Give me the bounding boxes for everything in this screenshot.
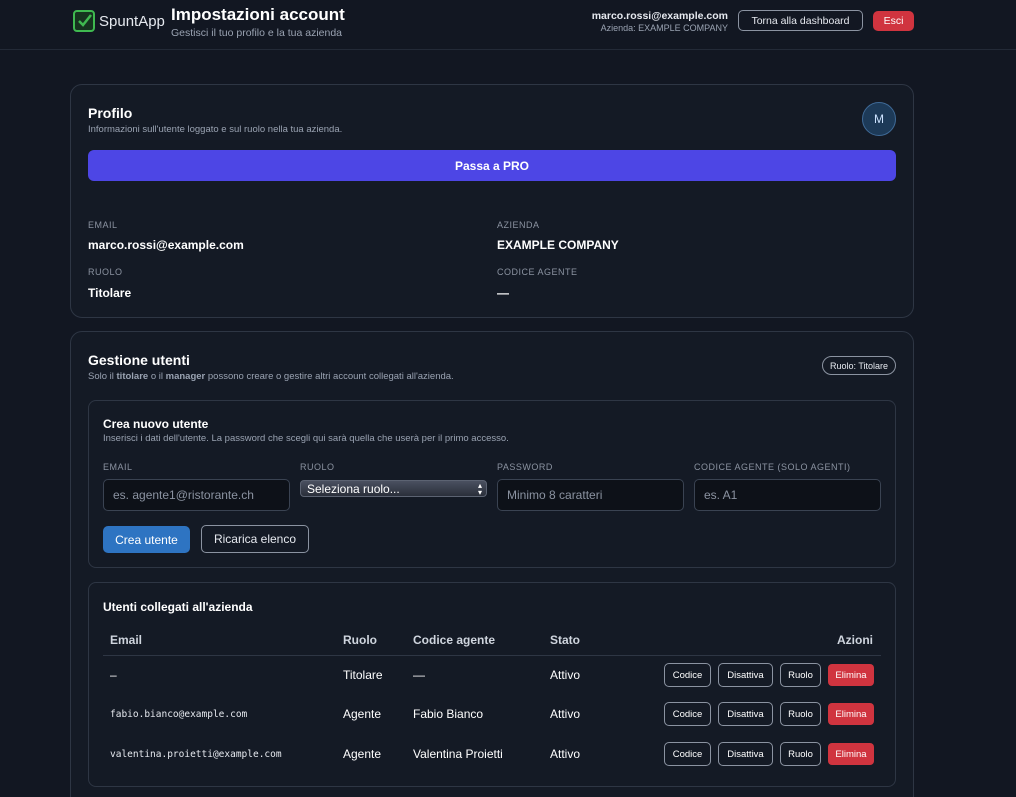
subtitle-text: Solo il	[88, 371, 117, 382]
top-bar: SpuntApp Impostazioni account Gestisci i…	[0, 0, 1016, 50]
row-status: Attivo	[550, 707, 581, 721]
create-user-title: Crea nuovo utente	[103, 417, 209, 431]
table-row: – Titolare — Attivo Codice Disattiva Ruo…	[89, 656, 897, 696]
row-email: –	[110, 668, 117, 682]
profile-subtitle: Informazioni sull'utente loggato e sul r…	[88, 124, 343, 135]
user-management-subtitle: Solo il titolare o il manager possono cr…	[88, 371, 454, 382]
code-button[interactable]: Codice	[664, 702, 711, 726]
subtitle-text: o il	[148, 371, 166, 382]
create-user-subtitle: Inserisci i dati dell'utente. La passwor…	[103, 433, 509, 444]
create-user-button[interactable]: Crea utente	[103, 526, 190, 553]
row-role: Agente	[343, 747, 382, 761]
role-select-value: Seleziona ruolo...	[307, 481, 400, 496]
user-management-card: Gestione utenti Solo il titolare o il ma…	[70, 331, 914, 797]
agent-code-value: —	[497, 286, 509, 300]
profile-title: Profilo	[88, 105, 133, 121]
code-button[interactable]: Codice	[664, 663, 711, 687]
app-logo[interactable]: SpuntApp	[73, 10, 165, 32]
new-role-select[interactable]: Seleziona ruolo... ▴ ▾	[300, 480, 487, 497]
new-password-input[interactable]: Minimo 8 caratteri	[497, 479, 684, 511]
logo-text: SpuntApp	[99, 12, 165, 30]
users-list-panel: Utenti collegati all'azienda Email Ruolo…	[88, 582, 896, 787]
user-management-title: Gestione utenti	[88, 352, 190, 368]
table-row: fabio.bianco@example.com Agente Fabio Bi…	[89, 695, 897, 735]
table-row: valentina.proietti@example.com Agente Va…	[89, 735, 897, 775]
deactivate-button[interactable]: Disattiva	[718, 663, 773, 687]
column-header-agent-code: Codice agente	[413, 633, 496, 647]
select-arrows-icon: ▴ ▾	[477, 481, 482, 497]
row-agent-code: Fabio Bianco	[413, 707, 484, 721]
row-email: fabio.bianco@example.com	[110, 709, 248, 720]
role-button[interactable]: Ruolo	[780, 663, 821, 687]
new-email-label: EMAIL	[103, 462, 133, 472]
checkmark-logo-icon	[73, 10, 95, 32]
agent-code-label: CODICE AGENTE	[497, 267, 578, 277]
row-status: Attivo	[550, 668, 581, 682]
row-role: Agente	[343, 707, 382, 721]
column-header-email: Email	[110, 633, 143, 647]
new-agent-code-label: CODICE AGENTE (SOLO AGENTI)	[694, 462, 851, 472]
role-label: RUOLO	[88, 267, 123, 277]
new-agent-code-input[interactable]: es. A1	[694, 479, 881, 511]
deactivate-button[interactable]: Disattiva	[718, 742, 773, 766]
row-email: valentina.proietti@example.com	[110, 749, 282, 760]
page-title: Impostazioni account	[171, 5, 345, 24]
delete-button[interactable]: Elimina	[828, 743, 874, 765]
row-role: Titolare	[343, 668, 383, 682]
subtitle-text: possono creare o gestire altri account c…	[205, 371, 454, 382]
code-button[interactable]: Codice	[664, 742, 711, 766]
current-user-info: marco.rossi@example.com Azienda: EXAMPLE…	[592, 10, 728, 33]
row-status: Attivo	[550, 747, 581, 761]
logout-button[interactable]: Esci	[873, 11, 914, 31]
deactivate-button[interactable]: Disattiva	[718, 702, 773, 726]
back-to-dashboard-button[interactable]: Torna alla dashboard	[738, 10, 863, 31]
profile-card: Profilo Informazioni sull'utente loggato…	[70, 84, 914, 318]
company-value: EXAMPLE COMPANY	[497, 238, 619, 252]
avatar[interactable]: M	[862, 102, 896, 136]
email-value: marco.rossi@example.com	[88, 238, 244, 252]
current-user-email: marco.rossi@example.com	[591, 10, 728, 22]
company-label: AZIENDA	[497, 220, 540, 230]
subtitle-manager: manager	[165, 371, 206, 382]
role-button[interactable]: Ruolo	[780, 742, 821, 766]
row-agent-code: Valentina Proietti	[413, 747, 503, 761]
delete-button[interactable]: Elimina	[828, 664, 874, 686]
role-button[interactable]: Ruolo	[780, 702, 821, 726]
delete-button[interactable]: Elimina	[828, 703, 874, 725]
subtitle-owner: titolare	[116, 371, 149, 382]
role-badge: Ruolo: Titolare	[821, 356, 896, 375]
new-password-label: PASSWORD	[497, 462, 553, 472]
column-header-role: Ruolo	[343, 633, 377, 647]
page-subtitle: Gestisci il tuo profilo e la tua azienda	[171, 27, 343, 39]
column-header-status: Stato	[550, 633, 580, 647]
new-role-label: RUOLO	[300, 462, 335, 472]
users-list-title: Utenti collegati all'azienda	[103, 600, 253, 614]
current-company: Azienda: EXAMPLE COMPANY	[600, 23, 728, 33]
role-value: Titolare	[88, 286, 132, 300]
column-header-actions: Azioni	[837, 633, 873, 647]
upgrade-pro-button[interactable]: Passa a PRO	[88, 150, 896, 181]
reload-list-button[interactable]: Ricarica elenco	[201, 525, 309, 553]
row-agent-code: —	[413, 668, 425, 682]
create-user-panel: Crea nuovo utente Inserisci i dati dell'…	[88, 400, 896, 568]
email-label: EMAIL	[88, 220, 118, 230]
new-email-input[interactable]: es. agente1@ristorante.ch	[103, 479, 290, 511]
